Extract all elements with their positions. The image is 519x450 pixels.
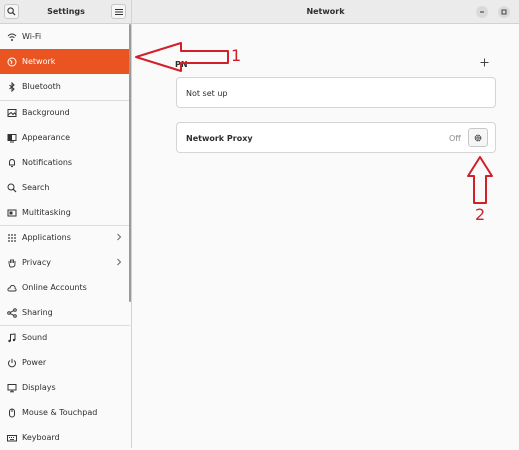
sidebar-item-label: Displays bbox=[22, 383, 56, 392]
network-proxy-label: Network Proxy bbox=[186, 134, 253, 143]
sidebar-item-wifi[interactable]: Wi-Fi bbox=[0, 24, 130, 49]
sidebar-scrollbar[interactable] bbox=[129, 24, 131, 302]
hand-icon bbox=[6, 257, 18, 269]
sidebar-item-label: Keyboard bbox=[22, 433, 60, 442]
chevron-right-icon bbox=[117, 233, 122, 241]
network-proxy-row[interactable]: Network Proxy Off bbox=[176, 122, 496, 153]
bluetooth-icon bbox=[6, 81, 18, 93]
menu-button[interactable] bbox=[111, 4, 126, 19]
main-header: Network bbox=[132, 0, 519, 24]
cloud-icon bbox=[6, 282, 18, 294]
sidebar-item-label: Appearance bbox=[22, 133, 71, 142]
annotation-arrow-up bbox=[467, 156, 493, 204]
sidebar-item-sharing[interactable]: Sharing bbox=[0, 300, 130, 325]
appearance-icon bbox=[6, 132, 18, 144]
keyboard-icon bbox=[6, 432, 18, 444]
share-icon bbox=[6, 307, 18, 319]
sidebar-item-keyboard[interactable]: Keyboard bbox=[0, 425, 130, 450]
sidebar-item-label: Power bbox=[22, 358, 47, 367]
sidebar-item-label: Background bbox=[22, 108, 70, 117]
sidebar-item-bluetooth[interactable]: Bluetooth bbox=[0, 74, 130, 99]
sidebar-item-label: Bluetooth bbox=[22, 82, 61, 91]
network-proxy-status: Off bbox=[449, 134, 461, 143]
sidebar-item-multitasking[interactable]: Multitasking bbox=[0, 200, 130, 225]
vpn-card: Not set up bbox=[176, 77, 496, 108]
sidebar-item-label: Multitasking bbox=[22, 208, 71, 217]
sidebar-item-network[interactable]: Network bbox=[0, 49, 130, 74]
sidebar-item-label: Notifications bbox=[22, 158, 73, 167]
wifi-icon bbox=[6, 31, 18, 43]
sidebar-item-search[interactable]: Search bbox=[0, 175, 130, 200]
page-title: Network bbox=[306, 7, 345, 16]
search-icon bbox=[6, 182, 18, 194]
minimize-button[interactable] bbox=[476, 6, 488, 18]
annotation-number-1: 1 bbox=[231, 46, 242, 65]
annotation-number-2: 2 bbox=[475, 205, 486, 224]
bell-icon bbox=[6, 157, 18, 169]
sidebar-item-background[interactable]: Background bbox=[0, 100, 130, 125]
multitasking-icon bbox=[6, 207, 18, 219]
grid-icon bbox=[6, 232, 18, 244]
maximize-button[interactable] bbox=[498, 6, 510, 18]
sidebar-item-displays[interactable]: Displays bbox=[0, 375, 130, 400]
network-proxy-settings-button[interactable] bbox=[468, 128, 488, 147]
sidebar-item-label: Applications bbox=[22, 233, 71, 242]
hamburger-icon bbox=[114, 8, 123, 15]
sidebar-item-label: Privacy bbox=[22, 258, 51, 267]
add-vpn-button[interactable] bbox=[480, 56, 489, 70]
sidebar-item-applications[interactable]: Applications bbox=[0, 225, 130, 250]
sidebar-item-sound[interactable]: Sound bbox=[0, 325, 130, 350]
gear-icon bbox=[474, 134, 482, 141]
sidebar-item-label: Network bbox=[22, 57, 56, 66]
sidebar-item-label: Mouse & Touchpad bbox=[22, 408, 98, 417]
sidebar-item-label: Sound bbox=[22, 333, 48, 342]
sidebar-item-label: Search bbox=[22, 183, 50, 192]
settings-window: Settings Network Wi-Fi Network Bluetooth… bbox=[0, 0, 519, 448]
sidebar-item-appearance[interactable]: Appearance bbox=[0, 125, 130, 150]
chevron-right-icon bbox=[117, 258, 122, 266]
sidebar-item-power[interactable]: Power bbox=[0, 350, 130, 375]
vpn-status-text: Not set up bbox=[186, 89, 228, 98]
sidebar-item-label: Online Accounts bbox=[22, 283, 87, 292]
background-icon bbox=[6, 107, 18, 119]
sidebar-item-mouse-touchpad[interactable]: Mouse & Touchpad bbox=[0, 400, 130, 425]
mouse-icon bbox=[6, 407, 18, 419]
maximize-icon bbox=[501, 9, 507, 15]
sidebar-item-label: Wi-Fi bbox=[22, 32, 42, 41]
minimize-icon bbox=[480, 11, 484, 13]
power-icon bbox=[6, 357, 18, 369]
sidebar-item-label: Sharing bbox=[22, 308, 53, 317]
music-note-icon bbox=[6, 332, 18, 344]
network-icon bbox=[6, 56, 18, 68]
sidebar-item-notifications[interactable]: Notifications bbox=[0, 150, 130, 175]
sidebar: Wi-Fi Network Bluetooth Background Appea… bbox=[0, 24, 132, 448]
display-icon bbox=[6, 382, 18, 394]
plus-icon bbox=[480, 58, 489, 67]
sidebar-header: Settings bbox=[0, 0, 132, 24]
sidebar-item-privacy[interactable]: Privacy bbox=[0, 250, 130, 275]
sidebar-item-online-accounts[interactable]: Online Accounts bbox=[0, 275, 130, 300]
vpn-section-label: PN bbox=[175, 60, 188, 69]
